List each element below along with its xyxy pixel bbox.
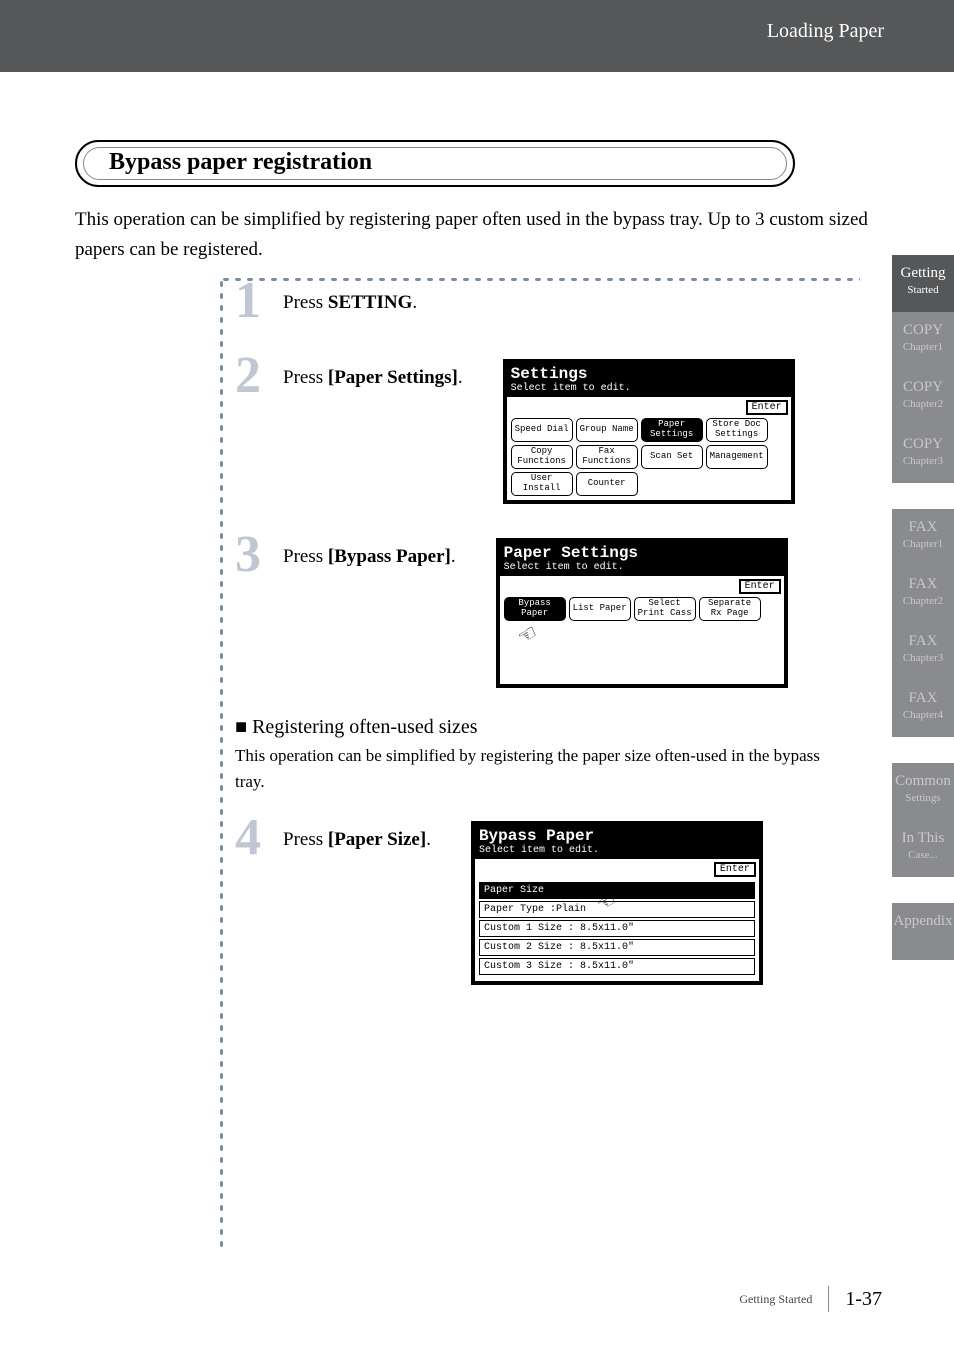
step-text: Press SETTING. <box>283 278 417 314</box>
screen-button[interactable]: Speed Dial <box>511 418 573 442</box>
side-tab-title: COPY <box>892 322 954 339</box>
page-number: 1-37 <box>845 1288 882 1311</box>
screen-row[interactable]: Custom 2 Size : 8.5x11.0" <box>479 939 755 956</box>
side-tab-title: Common <box>892 773 954 790</box>
screen-bypass-paper: Bypass Paper Select item to edit. Enter … <box>471 821 763 985</box>
screen-row[interactable]: Custom 3 Size : 8.5x11.0" <box>479 958 755 975</box>
screen-button[interactable]: Separate Rx Page <box>699 597 761 621</box>
side-tab-sub: Chapter4 <box>892 709 954 721</box>
side-tab-sub: Started <box>892 284 954 296</box>
header-strip: Loading Paper <box>0 0 954 72</box>
step-pre: Press <box>283 829 328 850</box>
section-heading-box: Bypass paper registration <box>75 140 795 187</box>
step-number: 4 <box>235 815 283 862</box>
side-tab-sub: Settings <box>892 792 954 804</box>
step-post: . <box>451 546 456 567</box>
side-tab-sub: Chapter3 <box>892 455 954 467</box>
footer-divider <box>828 1286 829 1312</box>
screen-button[interactable]: User Install <box>511 472 573 496</box>
screen-subtitle: Select item to edit. <box>500 562 784 576</box>
screen-title: Bypass Paper <box>475 825 759 845</box>
step-number: 3 <box>235 532 283 579</box>
step-pre: Press <box>283 546 328 567</box>
subsection-body: This operation can be simplified by regi… <box>225 739 840 804</box>
side-tab-title: In This <box>892 830 954 847</box>
side-tab-common[interactable]: Common Settings <box>892 763 954 820</box>
screen-subtitle: Select item to edit. <box>507 383 791 397</box>
screen-button[interactable]: Management <box>706 445 768 469</box>
side-tab-title: Getting <box>892 265 954 282</box>
dotted-divider-vertical <box>220 278 223 1248</box>
side-tab-sub: Chapter3 <box>892 652 954 664</box>
footer-section: Getting Started <box>739 1292 812 1307</box>
step-2: 2 Press [Paper Settings]. Settings Selec… <box>225 353 875 504</box>
step-text: Press [Paper Settings]. <box>283 353 463 400</box>
screen-button[interactable]: List Paper <box>569 597 631 621</box>
intro-text: This operation can be simplified by regi… <box>75 205 885 266</box>
screen-button[interactable]: Fax Functions <box>576 445 638 469</box>
side-tab-fax1[interactable]: FAX Chapter1 <box>892 509 954 566</box>
breadcrumb: Loading Paper <box>767 20 884 43</box>
step-key: [Paper Size] <box>328 829 426 850</box>
page-footer: Getting Started 1-37 <box>739 1286 882 1312</box>
screen-button[interactable]: Counter <box>576 472 638 496</box>
screen-title: Paper Settings <box>500 542 784 562</box>
side-tab-copy3[interactable]: COPY Chapter3 <box>892 426 954 483</box>
dotted-divider-horizontal <box>220 278 860 281</box>
section-heading: Bypass paper registration <box>109 149 771 176</box>
step-key: [Bypass Paper] <box>328 546 451 567</box>
screen-button[interactable]: Store Doc Settings <box>706 418 768 442</box>
screen-subtitle: Select item to edit. <box>475 845 759 859</box>
side-tab-title: Appendix <box>892 913 954 930</box>
side-tabs: Getting Started COPY Chapter1 COPY Chapt… <box>892 255 954 960</box>
step-pre: Press <box>283 367 328 388</box>
side-tab-title: COPY <box>892 379 954 396</box>
side-tab-title: FAX <box>892 633 954 650</box>
side-tab-fax2[interactable]: FAX Chapter2 <box>892 566 954 623</box>
step-text: Press [Bypass Paper]. <box>283 532 456 579</box>
side-tab-title: FAX <box>892 519 954 536</box>
screen-button-selected[interactable]: Bypass Paper <box>504 597 566 621</box>
side-tab-sub: Chapter1 <box>892 538 954 550</box>
side-tab-title: FAX <box>892 690 954 707</box>
side-tab-getting-started[interactable]: Getting Started <box>892 255 954 312</box>
side-tab-sub: Chapter2 <box>892 398 954 410</box>
screen-button[interactable]: Select Print Cass <box>634 597 696 621</box>
step-post: . <box>458 367 463 388</box>
screen-button[interactable]: Group Name <box>576 418 638 442</box>
step-number: 1 <box>235 278 283 325</box>
step-key: [Paper Settings] <box>328 367 458 388</box>
step-3: 3 Press [Bypass Paper]. Paper Settings S… <box>225 532 875 688</box>
side-tab-copy1[interactable]: COPY Chapter1 <box>892 312 954 369</box>
subsection-heading: Registering often-used sizes <box>225 716 875 739</box>
side-tab-sub: Chapter1 <box>892 341 954 353</box>
step-1: 1 Press SETTING. <box>225 278 875 325</box>
side-tab-appendix[interactable]: Appendix <box>892 903 954 960</box>
side-tab-fax4[interactable]: FAX Chapter4 <box>892 680 954 737</box>
enter-button[interactable]: Enter <box>740 580 780 593</box>
step-4: 4 Press [Paper Size]. Bypass Paper Selec… <box>225 815 875 985</box>
screen-row-selected[interactable]: Paper Size <box>479 882 755 899</box>
side-tab-fax3[interactable]: FAX Chapter3 <box>892 623 954 680</box>
screen-button[interactable]: Copy Functions <box>511 445 573 469</box>
step-text: Press [Paper Size]. <box>283 815 431 862</box>
step-post: . <box>412 292 417 313</box>
step-post: . <box>426 829 431 850</box>
screen-title: Settings <box>507 363 791 383</box>
screen-row[interactable]: Custom 1 Size : 8.5x11.0" <box>479 920 755 937</box>
screen-settings: Settings Select item to edit. Enter Spee… <box>503 359 795 504</box>
step-key: SETTING <box>328 292 412 313</box>
side-tab-title: FAX <box>892 576 954 593</box>
side-tab-sub: Chapter2 <box>892 595 954 607</box>
step-pre: Press <box>283 292 328 313</box>
side-tab-inthiscase[interactable]: In This Case... <box>892 820 954 877</box>
enter-button[interactable]: Enter <box>747 401 787 414</box>
side-tab-copy2[interactable]: COPY Chapter2 <box>892 369 954 426</box>
side-tab-title: COPY <box>892 436 954 453</box>
screen-paper-settings: Paper Settings Select item to edit. Ente… <box>496 538 788 688</box>
side-tab-sub: Case... <box>892 849 954 861</box>
step-number: 2 <box>235 353 283 400</box>
enter-button[interactable]: Enter <box>715 863 755 876</box>
